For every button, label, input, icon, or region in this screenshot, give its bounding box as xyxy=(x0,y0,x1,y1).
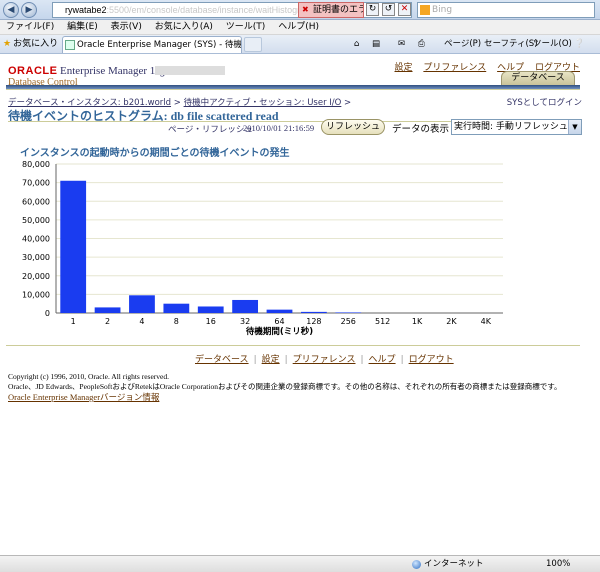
footer-logout-link[interactable]: ログアウト xyxy=(409,355,454,365)
x-tick-label: 1 xyxy=(71,317,76,326)
y-tick-label: 40,000 xyxy=(22,235,50,244)
page-refresh-label: ページ・リフレッシュ xyxy=(168,124,253,134)
tab-database[interactable]: データベース xyxy=(501,71,575,85)
setup-link[interactable]: 設定 xyxy=(395,63,413,73)
product-title: Enterprise Manager 11 xyxy=(60,65,161,77)
print-icon[interactable]: ⎙ xyxy=(418,35,425,53)
page-refresh-time: 2010/10/01 21:16:59 xyxy=(243,123,315,133)
tab-bar: ★ お気に入り Oracle Enterprise Manager (SYS) -… xyxy=(0,35,600,54)
new-tab-button[interactable] xyxy=(244,37,262,52)
y-tick-label: 80,000 xyxy=(22,160,50,169)
footer-divider xyxy=(6,345,580,346)
menu-edit[interactable]: 編集(E) xyxy=(67,22,98,32)
browser-toolbar: ◀ ▶ rywatabe2:5500/em/console/database/i… xyxy=(0,0,600,20)
view-data-value: 実行時間: 手動リフレッシュ xyxy=(454,122,568,132)
bar-128 xyxy=(300,311,327,313)
version-info-link[interactable]: Oracle Enterprise Managerバージョン情報 xyxy=(8,391,159,403)
feeds-icon[interactable]: ▤ xyxy=(372,35,380,53)
x-tick-label: 4K xyxy=(481,317,492,326)
bar-64 xyxy=(266,309,293,313)
refresh-button[interactable]: リフレッシュ xyxy=(321,119,385,135)
favorites-label: お気に入り xyxy=(13,39,59,49)
security-zone: インターネット xyxy=(412,556,484,572)
x-tick-label: 1K xyxy=(412,317,423,326)
y-tick-label: 0 xyxy=(45,309,50,318)
star-icon: ★ xyxy=(3,39,12,49)
x-axis-label: 待機期間(ミリ秒) xyxy=(245,326,313,337)
status-bar: インターネット 100% xyxy=(0,555,600,572)
bing-icon xyxy=(420,5,430,15)
compatibility-icon[interactable]: ↻ xyxy=(366,3,379,16)
mail-icon[interactable]: ✉ xyxy=(398,35,405,53)
bar-256 xyxy=(335,312,362,313)
product-name: Enterprise Manager 11g xyxy=(60,65,166,77)
page-menu[interactable]: ページ(P) xyxy=(444,35,481,53)
menu-bar: ファイル(F) 編集(E) 表示(V) お気に入り(A) ツール(T) ヘルプ(… xyxy=(0,20,600,35)
tab-title: Oracle Enterprise Manager (SYS) - 待機イベント… xyxy=(77,40,242,50)
browser-tab[interactable]: Oracle Enterprise Manager (SYS) - 待機イベント… xyxy=(62,36,242,53)
login-status: SYSとしてログイン xyxy=(506,98,582,108)
copyright-text: Copyright (c) 1996, 2010, Oracle. All ri… xyxy=(8,372,561,392)
breadcrumb-separator: > xyxy=(344,98,352,108)
home-icon[interactable]: ⌂ xyxy=(354,35,359,53)
refresh-icon[interactable]: ↺ xyxy=(382,3,395,16)
page-icon xyxy=(65,40,75,50)
x-tick-label: 2K xyxy=(446,317,457,326)
address-user: rywatabe2 xyxy=(65,5,107,15)
bar-32 xyxy=(232,299,259,313)
bar-4 xyxy=(129,295,155,313)
footer-database-link[interactable]: データベース xyxy=(195,355,249,365)
chevron-down-icon[interactable]: ▼ xyxy=(568,120,581,134)
search-placeholder: Bing xyxy=(432,5,453,15)
certificate-error-button[interactable]: 証明書のエラー xyxy=(298,2,364,18)
footer-preferences-link[interactable]: プリファレンス xyxy=(293,355,356,365)
redaction-block xyxy=(155,66,225,75)
back-icon[interactable]: ◀ xyxy=(3,2,19,18)
x-tick-label: 256 xyxy=(341,317,356,326)
header-divider-accent xyxy=(6,89,580,90)
footer-setup-link[interactable]: 設定 xyxy=(262,355,280,365)
copyright-line-1: Copyright (c) 1996, 2010, Oracle. All ri… xyxy=(8,372,170,381)
x-tick-label: 2 xyxy=(105,317,110,326)
y-tick-label: 20,000 xyxy=(22,272,50,281)
x-tick-label: 8 xyxy=(174,317,179,326)
x-tick-label: 128 xyxy=(306,317,321,326)
y-tick-label: 10,000 xyxy=(22,290,50,299)
zoom-level[interactable]: 100% xyxy=(546,556,570,572)
x-tick-label: 32 xyxy=(240,317,250,326)
y-tick-label: 60,000 xyxy=(22,197,50,206)
forward-icon[interactable]: ▶ xyxy=(21,2,37,18)
menu-help[interactable]: ヘルプ(H) xyxy=(278,22,319,32)
view-data-label: データの表示 xyxy=(392,124,450,135)
bar-16 xyxy=(197,306,224,313)
footer-help-link[interactable]: ヘルプ xyxy=(369,355,396,365)
address-url: :5500/em/console/database/instance/waitH… xyxy=(106,5,313,15)
bar-2 xyxy=(94,307,121,313)
x-tick-label: 64 xyxy=(274,317,284,326)
favorites-button[interactable]: ★ お気に入り xyxy=(3,35,58,53)
view-data-select[interactable]: 実行時間: 手動リフレッシュ ▼ xyxy=(451,119,582,135)
menu-favorites[interactable]: お気に入り(A) xyxy=(155,22,213,32)
bar-8 xyxy=(163,303,190,313)
stop-icon[interactable]: ✕ xyxy=(398,3,411,16)
y-tick-label: 70,000 xyxy=(22,179,50,188)
oracle-logo: ORACLE xyxy=(8,65,58,77)
search-input[interactable]: Bing xyxy=(417,2,595,18)
x-tick-label: 16 xyxy=(206,317,216,326)
page-content: ORACLE Enterprise Manager 11g Database C… xyxy=(0,55,600,555)
x-tick-label: 512 xyxy=(375,317,390,326)
help-icon[interactable]: ❔ xyxy=(574,35,585,53)
preferences-link[interactable]: プリファレンス xyxy=(423,63,486,73)
y-tick-label: 30,000 xyxy=(22,253,50,262)
menu-file[interactable]: ファイル(F) xyxy=(6,22,54,32)
wait-histogram-chart: 0 10,000 20,000 30,000 40,000 50,000 60,000 70,… xyxy=(22,160,503,337)
tools-menu[interactable]: ツール(O) xyxy=(533,35,572,53)
footer-links: データベース | 設定 | プリファレンス | ヘルプ | ログアウト xyxy=(195,355,454,365)
safety-menu[interactable]: セーフティ(S) xyxy=(484,35,538,53)
x-tick-label: 4 xyxy=(139,317,144,326)
bar-1 xyxy=(60,180,87,313)
menu-view[interactable]: 表示(V) xyxy=(111,22,142,32)
y-tick-label: 50,000 xyxy=(22,216,50,225)
menu-tools[interactable]: ツール(T) xyxy=(226,22,266,32)
